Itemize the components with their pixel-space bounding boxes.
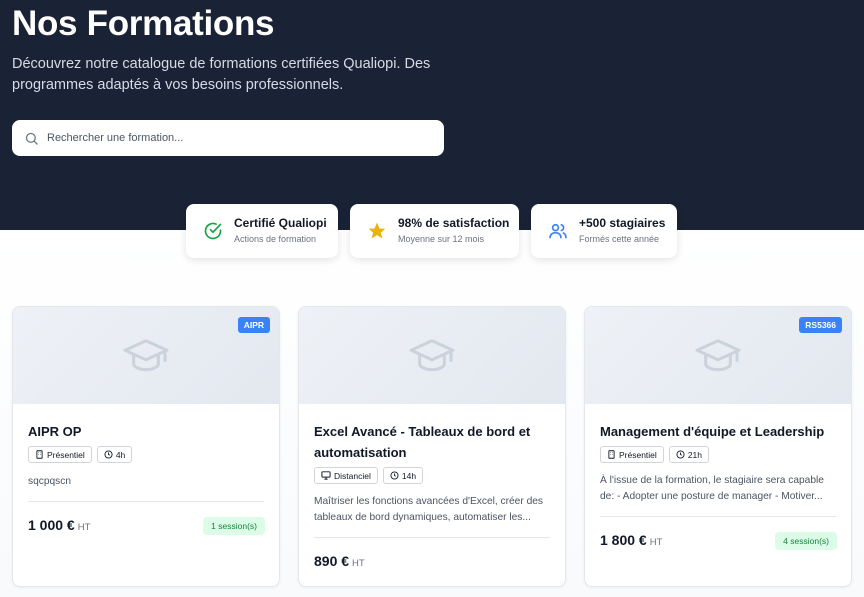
modality-tag: Présentiel xyxy=(28,446,92,463)
hero-section: Nos Formations Découvrez notre catalogue… xyxy=(0,0,864,230)
star-icon xyxy=(366,220,388,242)
certification-badge: AIPR xyxy=(237,317,270,333)
stat-subtitle: Moyenne sur 12 mois xyxy=(398,234,485,244)
course-card[interactable]: AIPR AIPR OP Présentiel 4h sqcpqscn 1 00… xyxy=(12,306,280,587)
course-card[interactable]: Excel Avancé - Tableaux de bord et autom… xyxy=(298,306,566,587)
search-icon xyxy=(25,132,38,145)
building-icon xyxy=(608,450,615,459)
clock-icon xyxy=(104,450,113,459)
graduation-cap-icon xyxy=(695,339,741,372)
sessions-badge: 4 session(s) xyxy=(775,532,837,550)
course-tags: Distanciel 14h xyxy=(314,467,424,484)
graduation-cap-icon xyxy=(123,339,169,372)
stat-title: Certifié Qualiopi xyxy=(234,216,327,230)
course-title[interactable]: Excel Avancé - Tableaux de bord et autom… xyxy=(314,421,549,463)
building-icon xyxy=(36,450,43,459)
graduation-cap-icon xyxy=(409,339,455,372)
course-tags: Présentiel 4h xyxy=(28,446,133,463)
stat-trainees: +500 stagiaires Formés cette année xyxy=(531,204,677,258)
tag-label: Présentiel xyxy=(47,449,85,460)
price-suffix: HT xyxy=(649,537,663,548)
stat-qualiopi: Certifié Qualiopi Actions de formation xyxy=(186,204,338,258)
stat-title: +500 stagiaires xyxy=(579,216,666,230)
page-title: Nos Formations xyxy=(12,4,275,43)
duration-tag: 21h xyxy=(668,446,709,463)
clock-icon xyxy=(390,471,399,480)
modality-tag: Présentiel xyxy=(600,446,664,463)
course-card[interactable]: RS5366 Management d'équipe et Leadership… xyxy=(584,306,852,587)
stat-subtitle: Actions de formation xyxy=(234,234,317,244)
price-value: 1 800 € xyxy=(600,532,647,548)
tag-label: 14h xyxy=(401,470,417,481)
search-bar[interactable] xyxy=(12,120,444,156)
price-value: 1 000 € xyxy=(28,517,75,533)
sessions-badge: 1 session(s) xyxy=(203,517,265,535)
users-icon xyxy=(547,220,569,242)
modality-tag: Distanciel xyxy=(314,467,378,484)
divider xyxy=(314,537,550,538)
course-price: 1 800 € HT xyxy=(600,532,662,548)
duration-tag: 4h xyxy=(96,446,133,463)
duration-tag: 14h xyxy=(382,467,424,484)
course-price: 890 € HT xyxy=(314,553,365,569)
search-input[interactable] xyxy=(47,132,427,144)
certification-badge: RS5366 xyxy=(799,317,842,333)
divider xyxy=(28,501,264,502)
course-title[interactable]: Management d'équipe et Leadership xyxy=(600,421,835,442)
monitor-icon xyxy=(321,471,331,480)
course-price: 1 000 € HT xyxy=(28,517,90,533)
check-circle-icon xyxy=(202,220,224,242)
divider xyxy=(600,516,836,517)
tag-label: Distanciel xyxy=(334,470,371,481)
page-subtitle: Découvrez notre catalogue de formations … xyxy=(12,56,431,93)
clock-icon xyxy=(676,450,685,459)
price-value: 890 € xyxy=(314,553,350,569)
course-description: Maîtriser les fonctions avancées d'Excel… xyxy=(314,496,543,523)
price-suffix: HT xyxy=(77,522,91,533)
stat-subtitle: Formés cette année xyxy=(579,234,660,244)
price-suffix: HT xyxy=(352,558,365,569)
tag-label: Présentiel xyxy=(619,449,657,460)
tag-label: 21h xyxy=(687,449,702,460)
course-tags: Présentiel 21h xyxy=(600,446,709,463)
course-title[interactable]: AIPR OP xyxy=(28,421,263,442)
course-description: À l'issue de la formation, le stagiaire … xyxy=(600,475,824,502)
course-description: sqcpqscn xyxy=(28,476,72,487)
stat-satisfaction: 98% de satisfaction Moyenne sur 12 mois xyxy=(350,204,519,258)
stat-title: 98% de satisfaction xyxy=(398,216,510,230)
course-thumbnail xyxy=(299,307,565,404)
tag-label: 4h xyxy=(115,449,126,460)
